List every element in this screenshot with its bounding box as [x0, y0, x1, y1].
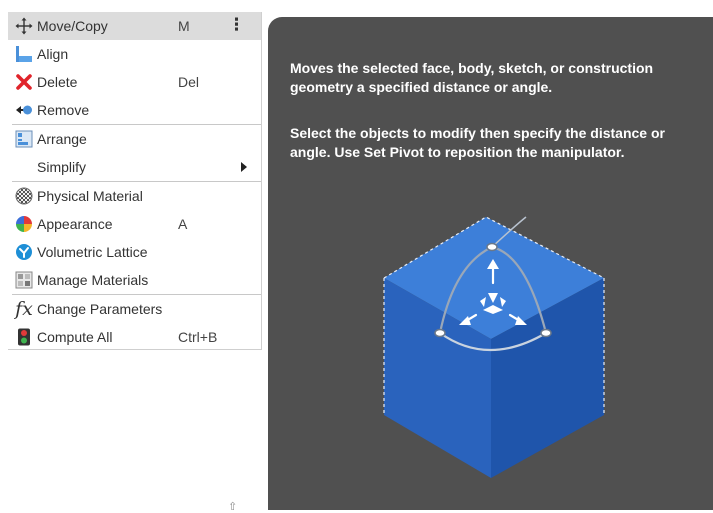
- fx-icon: fx: [14, 299, 34, 319]
- cube-illustration: [383, 216, 605, 478]
- menu-item-label: Arrange: [37, 131, 87, 147]
- menu-item-label: Move/Copy: [37, 18, 108, 34]
- tooltip-description: Moves the selected face, body, sketch, o…: [290, 60, 654, 95]
- menu-item-label: Appearance: [37, 216, 113, 232]
- menu-item-change-parameters[interactable]: fx Change Parameters: [8, 295, 261, 323]
- menu-item-volumetric-lattice[interactable]: Volumetric Lattice: [8, 238, 261, 266]
- arrange-icon: [14, 129, 34, 149]
- scroll-up-icon: ⇧: [228, 501, 238, 513]
- appearance-icon: [14, 214, 34, 234]
- shortcut-label: M: [178, 18, 190, 34]
- context-menu: Move/Copy M ⋮ Align Delete Del Remove Ar…: [8, 12, 262, 350]
- menu-item-label: Simplify: [37, 159, 87, 175]
- shortcut-label: Ctrl+B: [178, 329, 218, 345]
- menu-item-manage-materials[interactable]: Manage Materials: [8, 266, 261, 294]
- menu-item-label: Delete: [37, 74, 78, 90]
- menu-item-move-copy[interactable]: Move/Copy M ⋮: [8, 12, 261, 40]
- tooltip-panel: Moves the selected face, body, sketch, o…: [268, 17, 713, 510]
- shortcut-label: Del: [178, 74, 200, 90]
- menu-item-label: Remove: [37, 102, 90, 118]
- menu-item-label: Compute All: [37, 329, 113, 345]
- delete-x-icon: [14, 72, 34, 92]
- shortcut-label: A: [178, 216, 188, 232]
- menu-item-label: Align: [37, 46, 69, 62]
- menu-item-label: Volumetric Lattice: [37, 244, 148, 260]
- volumetric-lattice-icon: [14, 242, 34, 262]
- more-options-icon[interactable]: ⋮: [228, 15, 245, 35]
- physical-material-icon: [14, 186, 34, 206]
- manage-materials-icon: [14, 270, 34, 290]
- menu-item-appearance[interactable]: Appearance A: [8, 210, 261, 238]
- fx-glyph: fx: [15, 298, 33, 320]
- menu-item-delete[interactable]: Delete Del: [8, 68, 261, 96]
- remove-icon: [14, 100, 34, 120]
- compute-all-icon: [14, 327, 34, 347]
- tooltip-instructions: Select the objects to modify then specif…: [290, 125, 665, 160]
- align-icon: [14, 44, 34, 64]
- menu-item-align[interactable]: Align: [8, 40, 261, 68]
- menu-item-label: Manage Materials: [37, 272, 149, 288]
- menu-item-label: Change Parameters: [37, 301, 163, 317]
- menu-item-compute-all[interactable]: Compute All Ctrl+B: [8, 323, 261, 351]
- menu-item-arrange[interactable]: Arrange: [8, 125, 261, 153]
- menu-item-simplify[interactable]: Simplify: [8, 153, 261, 181]
- move-icon: [14, 16, 34, 36]
- submenu-arrow-icon: [241, 162, 247, 172]
- menu-item-remove[interactable]: Remove: [8, 96, 261, 124]
- menu-item-physical-material[interactable]: Physical Material: [8, 182, 261, 210]
- menu-item-label: Physical Material: [37, 188, 143, 204]
